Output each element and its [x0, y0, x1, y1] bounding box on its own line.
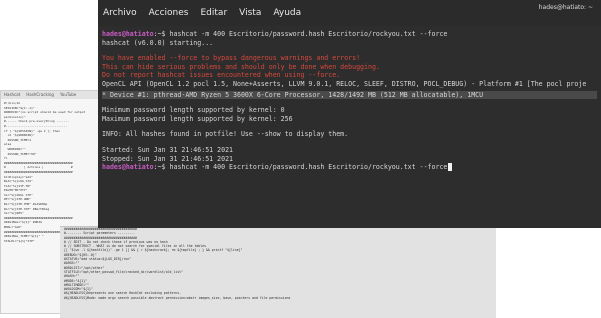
prompt-suffix: :~$ [153, 163, 170, 172]
warning-line: Do not report hashcat issues encountered… [102, 71, 341, 80]
editor-tab-bar: Hashcat HashCracking YouTube [1, 91, 101, 99]
command-line-2: hades@hatiato:~$ hashcat -m 400 Escritor… [102, 163, 597, 172]
prompt-suffix: :~$ [153, 30, 170, 38]
max-password-line: Maximum password length supported by ker… [102, 114, 293, 123]
editor-tab[interactable]: Hashcat [4, 91, 20, 99]
menu-item-archivo[interactable]: Archivo [103, 8, 137, 18]
terminal-output[interactable]: hades@hatiato:~$ hashcat -m 400 Escritor… [98, 26, 601, 172]
menu-item-editar[interactable]: Editar [201, 8, 228, 18]
command-text: hashcat -m 400 Escritorio/password.hash … [169, 30, 448, 38]
menu-item-vista[interactable]: Vista [239, 8, 261, 18]
console-line: #${HEADLESS}Mode: mode argv search possi… [64, 295, 291, 300]
prompt-user: hades@hatiato [102, 163, 154, 172]
menu-item-ayuda[interactable]: Ayuda [273, 8, 301, 18]
info-line: INFO: All hashes found in potfile! Use -… [102, 130, 349, 139]
terminal-menu-bar: Archivo Acciones Editar Vista Ayuda [98, 0, 601, 26]
editor-text-area[interactable]: #!/bin/sh SESSION="${1:-1}" WORKDIR="(no s… [1, 99, 101, 245]
editor-tab[interactable]: HashCracking [26, 91, 54, 99]
prompt-user: hades@hatiato [102, 30, 154, 38]
starting-line: hashcat (v6.0.0) starting... [102, 38, 214, 47]
stopped-line: Stopped: Sun Jan 31 21:46:51 2021 [102, 154, 234, 163]
editor-tab[interactable]: YouTube [60, 91, 76, 99]
warning-line: You have enabled --force to bypass dange… [102, 54, 361, 63]
command-text: hashcat -m 400 Escritorio/password.hash … [169, 163, 448, 172]
device-line: * Device #1: pthread-AMD Ryzen 5 3600X 6… [102, 90, 597, 100]
min-password-line: Minimum password length supported by ker… [102, 106, 285, 115]
text-cursor [448, 163, 453, 172]
warning-line: This can hide serious problems and shoul… [102, 62, 380, 71]
terminal-window: Archivo Acciones Editar Vista Ayuda hades@ha… [98, 0, 601, 228]
terminal-window-title: hades@hatiato: ~ [538, 4, 593, 11]
command-line-1: hades@hatiato:~$ hashcat -m 400 Escritor… [102, 30, 597, 39]
lower-console-pane: ###################################### #-… [60, 226, 496, 318]
opencl-line: OpenCL API (OpenCL 1.2 pocl 1.5, None+As… [102, 79, 587, 88]
started-line: Started: Sun Jan 31 21:46:51 2021 [102, 145, 234, 154]
menu-item-acciones[interactable]: Acciones [149, 8, 189, 18]
